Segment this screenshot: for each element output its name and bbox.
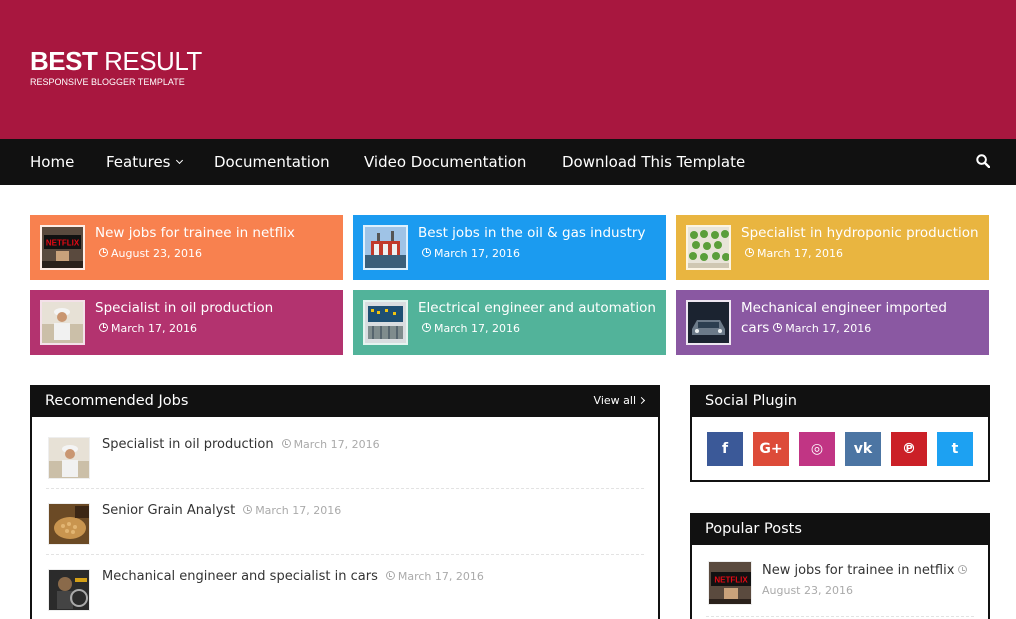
thumbnail-mechanic [48,569,90,611]
list-item[interactable]: Specialist in oil production March 17, 20… [46,423,644,489]
featured-date: March 17, 2016 [422,247,520,260]
vk-icon: vk [853,441,873,457]
clock-icon [243,505,253,514]
twitter-button[interactable]: t [937,432,973,466]
view-all-link[interactable]: View all [593,394,646,407]
thumbnail-worker [48,437,90,479]
featured-date: March 17, 2016 [745,247,843,260]
clock-icon [281,439,291,448]
popular-posts-widget: Popular Posts NETFLIX New jobs for train… [690,513,990,619]
thumbnail-electrical [363,300,408,345]
widget-title: Recommended Jobs [45,393,189,409]
widget-title: Popular Posts [705,521,802,537]
featured-tile[interactable]: Specialist in hydroponic production March… [676,215,989,280]
vk-button[interactable]: vk [845,432,881,466]
list-item-date: March 17, 2016 [243,504,341,517]
nav-item-documentation[interactable]: Documentation [214,139,330,185]
svg-text:NETFLIX: NETFLIX [46,239,80,248]
nav-item-label: Home [30,153,75,171]
instagram-icon: ◎ [810,441,824,457]
featured-title[interactable]: Specialist in oil production [95,300,273,316]
clock-icon [99,247,108,257]
featured-date: March 17, 2016 [99,322,197,335]
google-plus-icon: G+ [759,441,783,457]
list-item[interactable]: Senior Grain Analyst March 17, 2016 [46,489,644,555]
google-plus-button[interactable]: G+ [753,432,789,466]
facebook-button[interactable]: f [707,432,743,466]
clock-icon [385,571,395,580]
instagram-button[interactable]: ◎ [799,432,835,466]
list-item-date: March 17, 2016 [385,570,484,583]
list-item[interactable]: Mechanical engineer and specialist in ca… [46,555,644,619]
thumbnail-grain [48,503,90,545]
list-item[interactable]: NETFLIX New jobs for trainee in netflixA… [706,559,974,617]
nav-item-home[interactable]: Home [30,139,74,185]
widget-header: Social Plugin [692,387,988,417]
nav-item-label: Download This Template [562,153,746,171]
featured-title[interactable]: Specialist in hydroponic production [741,225,979,241]
list-item-title[interactable]: Specialist in oil production March 17, 20… [102,437,380,452]
chevron-down-icon [175,156,183,165]
featured-title[interactable]: Best jobs in the oil & gas industry [418,225,645,241]
clock-icon [745,247,754,257]
nav-item-label: Documentation [214,153,330,171]
clock-icon [422,322,431,332]
site-logo[interactable]: BEST RESULT RESPONSIVE BLOGGER TEMPLATE [30,48,202,87]
clock-icon [773,322,783,332]
nav-item-label: Video Documentation [364,153,527,171]
list-item-title[interactable]: New jobs for trainee in netflixAugust 23… [762,561,972,600]
site-header: BEST RESULT RESPONSIVE BLOGGER TEMPLATE [0,0,1016,139]
pinterest-button[interactable]: ℗ [891,432,927,466]
featured-tile[interactable]: Electrical engineer and automation March … [353,290,666,355]
list-item-title[interactable]: Senior Grain Analyst March 17, 2016 [102,503,341,518]
featured-title[interactable]: New jobs for trainee in netflix [95,225,295,241]
logo-bold: BEST [30,46,98,76]
facebook-icon: f [721,441,729,457]
thumbnail-netflix: NETFLIX [40,225,85,270]
featured-tile[interactable]: Best jobs in the oil & gas industry March… [353,215,666,280]
widget-header: Recommended Jobs View all [32,387,658,417]
main-nav: Home Features Documentation Video Docume… [0,139,1016,185]
nav-item-video-documentation[interactable]: Video Documentation [364,139,526,185]
clock-icon [422,247,431,257]
chevron-right-icon [637,396,646,405]
svg-text:NETFLIX: NETFLIX [714,576,748,585]
featured-date: March 17, 2016 [773,322,871,335]
widget-title: Social Plugin [705,393,797,409]
featured-tile[interactable]: Mechanical engineer imported cars March 1… [676,290,989,355]
search-icon[interactable] [976,154,990,168]
logo-regular: RESULT [104,46,202,76]
thumbnail-netflix: NETFLIX [708,561,752,605]
featured-date: March 17, 2016 [422,322,520,335]
list-item-title[interactable]: Mechanical engineer and specialist in ca… [102,569,484,584]
featured-tile[interactable]: Specialist in oil production March 17, 20… [30,290,343,355]
nav-item-features[interactable]: Features [106,139,183,185]
list-item-date: March 17, 2016 [281,438,380,451]
clock-icon [99,322,108,332]
thumbnail-car [686,300,731,345]
thumbnail-worker [40,300,85,345]
twitter-icon: t [951,441,959,457]
nav-item-label: Features [106,153,171,171]
nav-item-download-template[interactable]: Download This Template [562,139,745,185]
thumbnail-hydroponic [686,225,731,270]
widget-header: Popular Posts [692,515,988,545]
view-all-label: View all [593,394,636,407]
featured-date: August 23, 2016 [99,247,202,260]
featured-tile[interactable]: NETFLIX New jobs for trainee in netflix A… [30,215,343,280]
logo-title: BEST RESULT [30,48,202,74]
clock-icon [958,565,968,574]
social-plugin-widget: Social Plugin f G+ ◎ vk ℗ t [690,385,990,482]
pinterest-icon: ℗ [902,441,916,457]
logo-subtitle: RESPONSIVE BLOGGER TEMPLATE [30,77,185,87]
recommended-jobs-widget: Recommended Jobs View all Specialist in … [30,385,660,619]
thumbnail-oil-rig [363,225,408,270]
featured-title[interactable]: Electrical engineer and automation [418,300,656,316]
